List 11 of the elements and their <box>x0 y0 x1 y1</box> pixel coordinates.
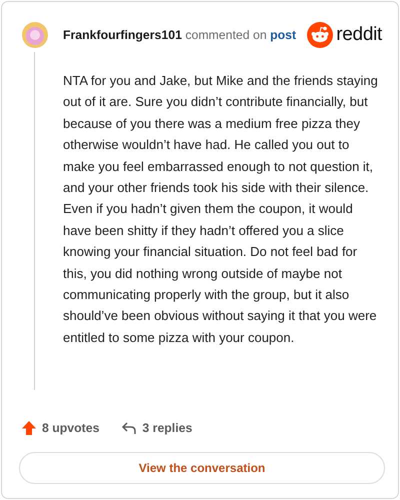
upvote-icon[interactable] <box>21 420 37 436</box>
post-link[interactable]: post <box>270 28 296 42</box>
upvote-count: 8 upvotes <box>42 421 100 435</box>
view-conversation-button[interactable]: View the conversation <box>19 452 385 484</box>
comment-text: NTA for you and Jake, but Mike and the friends staying out of it are. Sure you didn’t contribute financially, but because of you there was a medium free pizza they otherwise wouldn’t have had. He called you out to make you feel embarrassed enough to not question it, and your other friends took his side with their silence. Even if you hadn’t given them the coupon, it would have been shitty if they hadn’t offered you a slice knowing your financial situation. Do not feel bad for this, you did nothing wrong outside of maybe not communicating properly with the group, but it also should’ve been obvious without saying it that you were entitled to some pizza with your coupon. <box>63 72 379 347</box>
brand-name: reddit <box>336 24 382 46</box>
reddit-logo-icon <box>307 22 334 48</box>
comment-header: Frankfourfingers101 commented on post <box>63 28 296 42</box>
reply-count: 3 replies <box>142 421 192 435</box>
reply-icon[interactable] <box>121 421 138 435</box>
avatar-icon <box>21 21 49 49</box>
